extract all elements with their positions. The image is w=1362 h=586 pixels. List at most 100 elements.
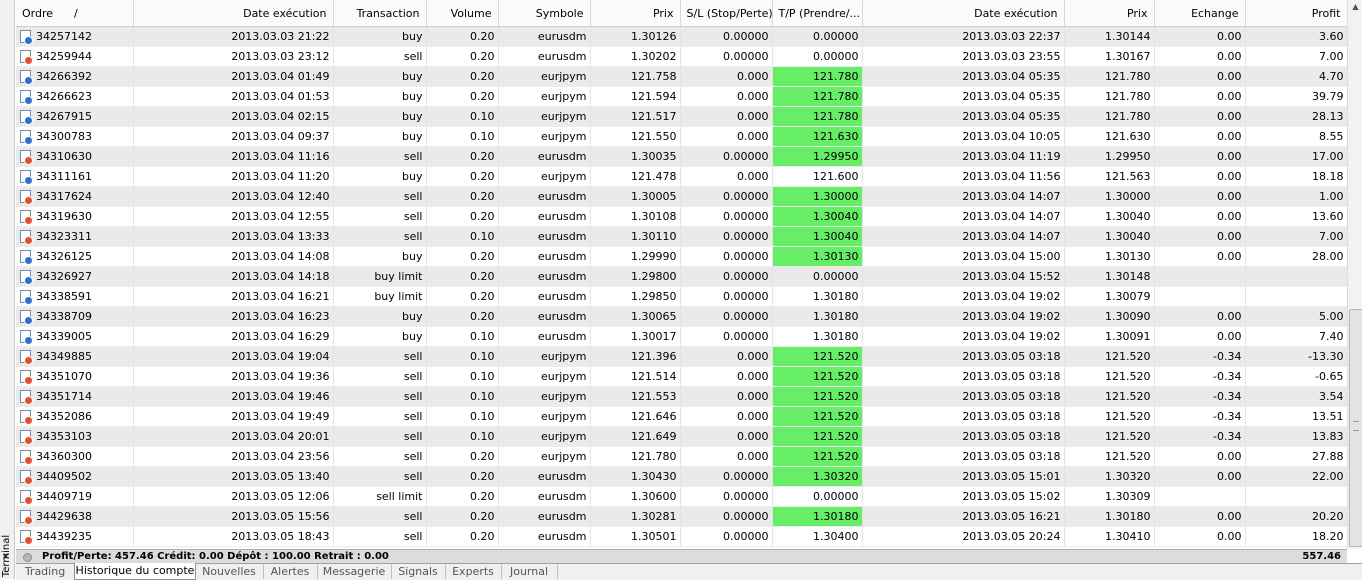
symbol-cell: eurjpym [498,126,591,147]
table-row[interactable]: 34267915 2013.03.04 02:15 buy 0.10 eurjpym 12… [16,106,1348,127]
vertical-scrollbar[interactable]: ▲ [1347,0,1362,549]
tab-trading[interactable]: Trading [16,564,75,579]
trade-ticket-icon [20,130,33,145]
profit-cell: 18.20 [1245,526,1348,547]
table-row[interactable]: 34311161 2013.03.04 11:20 buy 0.20 eurjpym 12… [16,166,1348,187]
tab-journal[interactable]: Journal [501,564,558,579]
table-row[interactable]: 34351070 2013.03.04 19:36 sell 0.10 eurjpym 1… [16,366,1348,387]
col-header-swap[interactable]: Echange [1154,0,1246,27]
order-id: 34266623 [36,90,92,103]
col-header-close-price[interactable]: Prix [1064,0,1155,27]
table-row[interactable]: 34339005 2013.03.04 16:29 buy 0.10 eurusdm 1.… [16,326,1348,347]
profit-cell: 4.70 [1245,66,1348,87]
symbol-cell: eurjpym [498,446,591,467]
tab-alerts[interactable]: Alertes [263,564,318,579]
table-row[interactable]: 34259944 2013.03.03 23:12 sell 0.20 eurusdm 1… [16,46,1348,67]
table-row[interactable]: 34266392 2013.03.04 01:49 buy 0.20 eurjpym 12… [16,66,1348,87]
order-id-cell: 34352086 [16,406,134,427]
order-id-cell: 34353103 [16,426,134,447]
table-row[interactable]: 34338591 2013.03.04 16:21 buy limit 0.20 eur… [16,286,1348,307]
close-price-cell: 1.30144 [1064,26,1155,47]
table-row[interactable]: 34300783 2013.03.04 09:37 buy 0.10 eurjpym 12… [16,126,1348,147]
tab-news[interactable]: Nouvelles [195,564,264,579]
volume-cell: 0.20 [426,506,499,527]
open-time-cell: 2013.03.03 23:12 [133,46,334,67]
col-header-price[interactable]: Prix [590,0,681,27]
table-row[interactable]: 34326125 2013.03.04 14:08 buy 0.20 eurusdm 1.… [16,246,1348,267]
tab-signals[interactable]: Signals [391,564,446,579]
profit-cell: 13.83 [1245,426,1348,447]
profit-cell: 8.55 [1245,126,1348,147]
close-time-cell: 2013.03.04 15:00 [862,246,1065,267]
table-row[interactable]: 34439235 2013.03.05 18:43 sell 0.20 eurusdm 1… [16,526,1348,547]
sl-cell: 0.000 [680,86,773,107]
symbol-cell: eurusdm [498,186,591,207]
table-row[interactable]: 34319630 2013.03.04 12:55 sell 0.20 eurusdm 1… [16,206,1348,227]
table-row[interactable]: 34429638 2013.03.05 15:56 sell 0.20 eurusdm 1… [16,506,1348,527]
open-time-cell: 2013.03.04 14:18 [133,266,334,287]
trade-ticket-icon [20,450,33,465]
sl-cell: 0.00000 [680,46,773,67]
tab-account-history[interactable]: Historique du compte [74,563,196,580]
table-row[interactable]: 34349885 2013.03.04 19:04 sell 0.10 eurjpym 1… [16,346,1348,367]
symbol-cell: eurusdm [498,306,591,327]
volume-cell: 0.20 [426,486,499,507]
order-id: 34323311 [36,230,92,243]
scrollbar-thumb[interactable] [1349,309,1362,547]
order-id-cell: 34360300 [16,446,134,467]
tab-mailbox[interactable]: Messagerie [317,564,392,579]
table-row[interactable]: 34310630 2013.03.04 11:16 sell 0.20 eurusdm 1… [16,146,1348,167]
col-header-profit[interactable]: Profit [1245,0,1348,27]
tab-experts[interactable]: Experts [445,564,502,579]
close-time-cell: 2013.03.03 22:37 [862,26,1065,47]
table-row[interactable]: 34266623 2013.03.04 01:53 buy 0.20 eurjpym 12… [16,86,1348,107]
table-row[interactable]: 34257142 2013.03.03 21:22 buy 0.20 eurusdm 1.… [16,26,1348,47]
terminal-label: Terminal [1,534,12,578]
col-header-open-time[interactable]: Date exécution [133,0,334,27]
scroll-up-icon[interactable]: ▲ [1348,0,1362,14]
close-price-cell: 121.520 [1064,426,1155,447]
tp-cell: 0.00000 [772,266,863,287]
table-row[interactable]: 34326927 2013.03.04 14:18 buy limit 0.20 eur… [16,266,1348,287]
price-cell: 121.553 [590,386,681,407]
tp-cell: 1.30320 [772,466,863,487]
close-price-cell: 121.563 [1064,166,1155,187]
profit-cell: 13.51 [1245,406,1348,427]
open-time-cell: 2013.03.04 16:29 [133,326,334,347]
volume-cell: 0.10 [426,426,499,447]
order-id-cell: 34429638 [16,506,134,527]
table-row[interactable]: 34352086 2013.03.04 19:49 sell 0.10 eurjpym 1… [16,406,1348,427]
close-time-cell: 2013.03.04 10:05 [862,126,1065,147]
col-header-close-time[interactable]: Date exécution [862,0,1065,27]
symbol-cell: eurusdm [498,506,591,527]
col-header-tp[interactable]: T/P (Prendre/... [772,0,863,27]
tp-cell: 121.780 [772,66,863,87]
symbol-cell: eurjpym [498,426,591,447]
sl-cell: 0.00000 [680,206,773,227]
order-id-cell: 34349885 [16,346,134,367]
col-header-symbol[interactable]: Symbole [498,0,591,27]
col-header-ordre[interactable]: Ordre / [16,0,134,27]
close-price-cell: 121.780 [1064,66,1155,87]
swap-cell: 0.00 [1154,326,1246,347]
table-row[interactable]: 34409719 2013.03.05 12:06 sell limit 0.20 eu… [16,486,1348,507]
table-row[interactable]: 34323311 2013.03.04 13:33 sell 0.10 eurusdm 1… [16,226,1348,247]
tp-cell: 121.630 [772,126,863,147]
col-header-sl[interactable]: S/L (Stop/Perte) [680,0,773,27]
close-price-cell: 1.30180 [1064,506,1155,527]
table-row[interactable]: 34338709 2013.03.04 16:23 buy 0.20 eurusdm 1.… [16,306,1348,327]
swap-cell: 0.00 [1154,526,1246,547]
swap-cell: 0.00 [1154,306,1246,327]
table-row[interactable]: 34360300 2013.03.04 23:56 sell 0.20 eurjpym 1… [16,446,1348,467]
table-row[interactable]: 34317624 2013.03.04 12:40 sell 0.20 eurusdm 1… [16,186,1348,207]
open-time-cell: 2013.03.05 18:43 [133,526,334,547]
table-row[interactable]: 34351714 2013.03.04 19:46 sell 0.10 eurjpym 1… [16,386,1348,407]
col-header-transaction[interactable]: Transaction [333,0,427,27]
close-price-cell: 1.30410 [1064,526,1155,547]
price-cell: 1.30202 [590,46,681,67]
table-row[interactable]: 34353103 2013.03.04 20:01 sell 0.10 eurjpym 1… [16,426,1348,447]
table-row[interactable]: 34409502 2013.03.05 13:40 sell 0.20 eurusdm 1… [16,466,1348,487]
tp-cell: 1.30130 [772,246,863,267]
col-header-volume[interactable]: Volume [426,0,499,27]
profit-cell: 20.20 [1245,506,1348,527]
